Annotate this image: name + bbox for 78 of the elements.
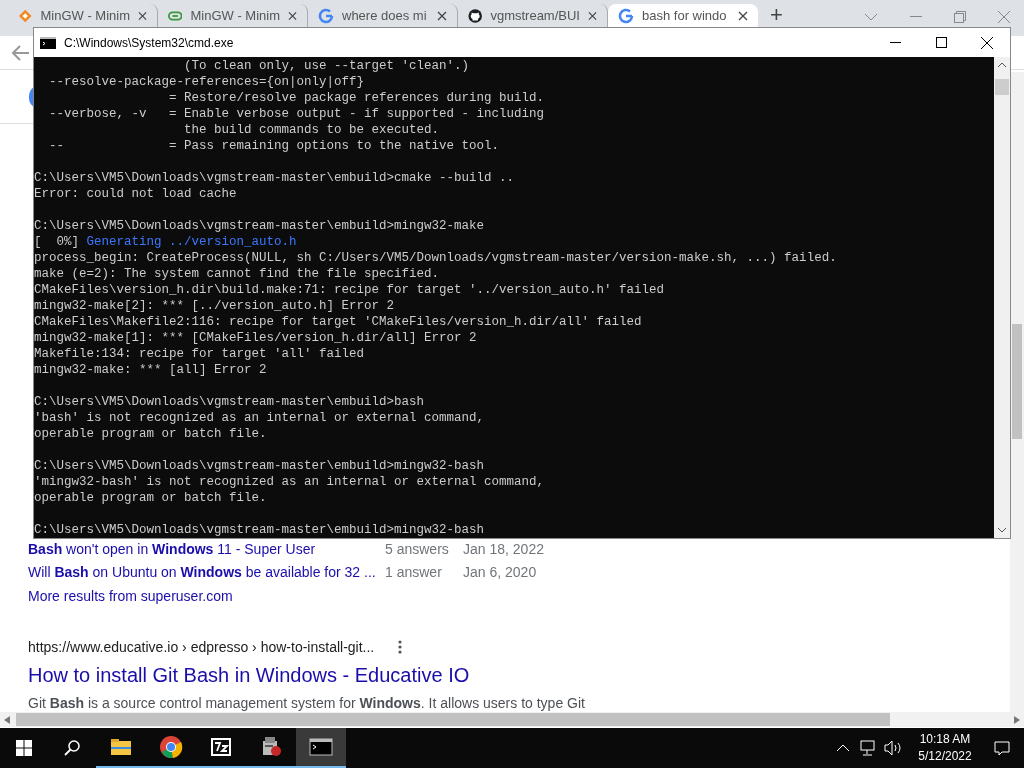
clock[interactable]: 10:18 AM 5/12/2022 <box>910 731 980 765</box>
diamond-icon <box>18 7 33 24</box>
console-line: C:\Users\VM5\Downloads\vgmstream-master\embuild>mingw32-bash <box>34 458 485 474</box>
console-line: (To clean only, use --target 'clean'.) <box>183 58 470 74</box>
console-line: CMakeFiles\Makefile2:116: recipe for target 'CMakeFiles/version_h.dir/all' failed <box>34 314 642 330</box>
more-options-icon[interactable] <box>398 640 402 654</box>
console-line: make (e=2): The system cannot find the file specified. <box>34 266 440 282</box>
question-link[interactable]: Bash won't open in Windows 11 - Super User <box>28 538 385 561</box>
close-icon <box>138 10 147 21</box>
search-icon <box>64 740 80 756</box>
close-icon <box>588 10 597 21</box>
window-title: C:\Windows\System32\cmd.exe <box>64 34 234 52</box>
cat-logo-icon <box>468 7 483 24</box>
new-tab-button[interactable]: + <box>770 4 783 26</box>
console-line: the build commands to be executed. <box>183 122 440 138</box>
console-line: C:\Users\VM5\Downloads\vgmstream-master\embuild>cmake --build .. <box>34 170 515 186</box>
console-line: C:\Users\VM5\Downloads\vgmstream-master\embuild>mingw32-make <box>34 218 485 234</box>
restore-icon[interactable] <box>954 11 966 23</box>
windows-logo-icon <box>16 740 32 756</box>
more-results-link[interactable]: More results from superuser.com <box>28 585 233 607</box>
console-line: C:\Users\VM5\Downloads\vgmstream-master\embuild>bash <box>34 394 425 410</box>
console-icon <box>40 36 56 49</box>
close-icon[interactable] <box>998 11 1010 23</box>
console-line: Error: could not load cache <box>34 186 237 202</box>
browser-tab[interactable]: bash for windo <box>608 4 758 27</box>
close-icon <box>288 10 297 21</box>
scroll-left-icon[interactable] <box>4 715 10 724</box>
console-line: 'bash' is not recognized as an internal or external command, <box>34 410 485 426</box>
volume-icon[interactable] <box>884 740 902 756</box>
horizontal-scrollbar[interactable] <box>0 712 1024 727</box>
console-line: = Restore/resolve package references during build. <box>168 90 545 106</box>
archive-icon <box>209 735 233 759</box>
console-line: mingw32-make: *** [all] Error 2 <box>34 362 267 378</box>
answer-date: Jan 6, 2020 <box>463 563 537 582</box>
scroll-down-icon[interactable] <box>998 528 1006 533</box>
scroll-right-icon[interactable] <box>1014 715 1020 724</box>
g-logo-icon <box>618 7 634 24</box>
chevron-down-icon[interactable] <box>864 13 878 21</box>
result-snippet: Git Bash is a source control management system for Windows. It allows users to type Git <box>28 694 586 713</box>
chevron-up-icon[interactable] <box>836 744 850 752</box>
network-icon[interactable] <box>860 740 878 756</box>
console-line: CMakeFiles\version_h.dir\build.make:71: recipe for target '../version_auto.h' failed <box>34 282 665 298</box>
console-line: 'mingw32-bash' is not recognized as an internal or external command, <box>34 474 545 490</box>
question-link[interactable]: Will Bash on Ubuntu on Windows be available for 32 ... <box>28 561 385 584</box>
console-line: --verbose, -v = Enable verbose output - if supported - including <box>48 106 545 122</box>
console-line: C:\Users\VM5\Downloads\vgmstream-master\embuild>mingw32-bash <box>34 522 485 538</box>
answer-date: Jan 18, 2022 <box>463 540 544 559</box>
result-url: https://www.educative.io › edpresso › how-to-install-git... <box>28 638 376 657</box>
console-icon <box>309 735 333 759</box>
console-scrollbar[interactable] <box>994 57 1010 538</box>
console-line: operable program or batch file. <box>34 426 267 442</box>
console-line: mingw32-make[2]: *** [../version_auto.h] Error 2 <box>34 298 395 314</box>
taskbar-app-button[interactable] <box>296 728 346 768</box>
console-line: --resolve-package-references={on|only|off} <box>48 74 365 90</box>
minimize-icon <box>889 42 901 43</box>
browser-icon <box>159 735 183 759</box>
scroll-up-icon[interactable] <box>998 62 1006 67</box>
back-arrow-icon[interactable] <box>12 44 30 61</box>
notifications-icon <box>994 740 1010 756</box>
minimize-icon[interactable] <box>910 16 922 18</box>
g-logo-icon <box>318 7 334 24</box>
console-line: [ 0%] Generating ../version_auto.h <box>34 234 297 250</box>
vertical-scrollbar[interactable] <box>1010 72 1024 712</box>
maximize-icon <box>935 37 947 48</box>
scrollbar-thumb[interactable] <box>16 713 890 726</box>
answer-count: 5 answers <box>385 540 450 559</box>
console-line: operable program or batch file. <box>34 490 267 506</box>
answer-count: 1 answer <box>385 563 443 582</box>
console-line: Makefile:134: recipe for target 'all' failed <box>34 346 365 362</box>
console-line: process_begin: CreateProcess(NULL, sh C:/Users/VM5/Downloads/vgmstream-master/version-make.sh, ...) failed. <box>34 250 837 266</box>
scrollbar-thumb[interactable] <box>995 79 1009 95</box>
close-icon <box>981 36 993 49</box>
console-line: -- = Pass remaining options to the native tool. <box>48 138 500 154</box>
close-icon <box>738 10 748 21</box>
close-icon <box>437 10 447 21</box>
scrollbar-thumb[interactable] <box>1012 324 1022 439</box>
result-title-link[interactable]: How to install Git Bash in Windows - Educative IO <box>28 661 470 689</box>
console-line: mingw32-make[1]: *** [CMakeFiles/version_h.dir/all] Error 2 <box>34 330 477 346</box>
